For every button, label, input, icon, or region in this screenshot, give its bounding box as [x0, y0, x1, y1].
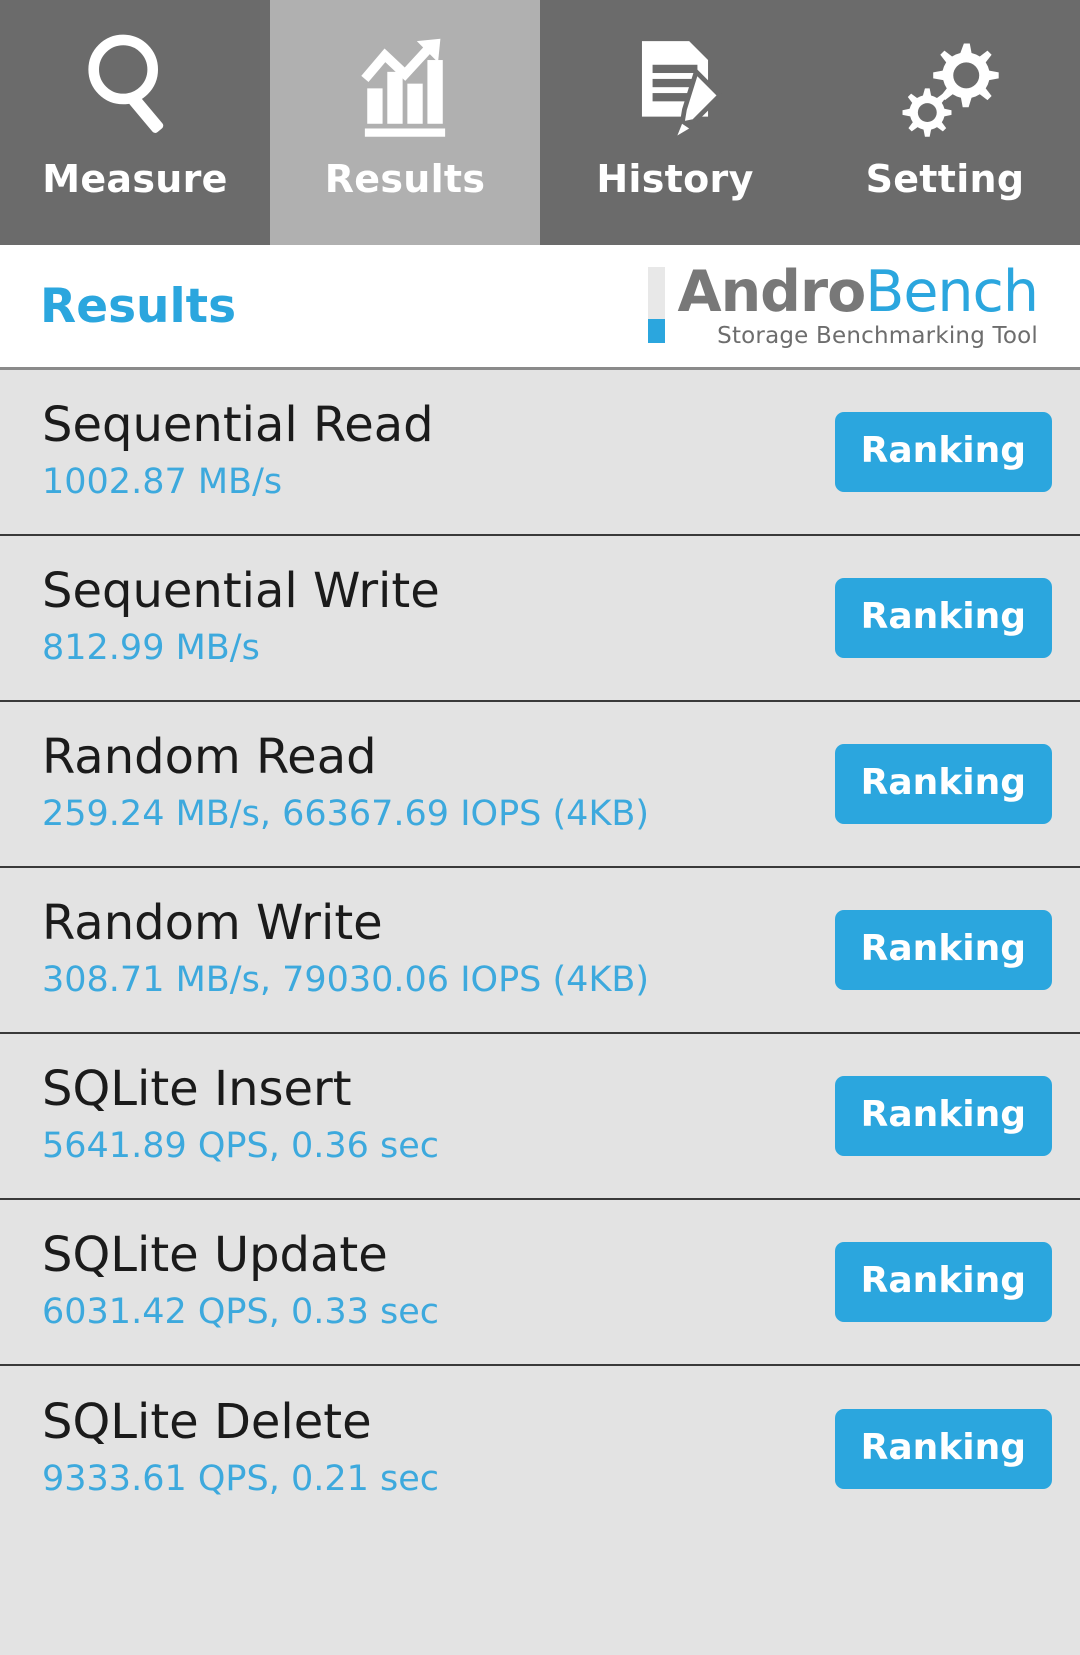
result-name: SQLite Delete	[42, 1393, 372, 1450]
ranking-button[interactable]: Ranking	[834, 1076, 1052, 1156]
logo-bar-icon	[648, 266, 666, 343]
page-header: Results AndroBench Storage Benchmarking …	[0, 245, 1080, 370]
ranking-button[interactable]: Ranking	[834, 1242, 1052, 1322]
result-value: 812.99 MB/s	[42, 627, 260, 668]
ranking-button[interactable]: Ranking	[834, 1409, 1052, 1489]
result-value: 308.71 MB/s, 79030.06 IOPS (4KB)	[42, 959, 650, 1000]
ranking-button[interactable]: Ranking	[834, 578, 1052, 658]
tab-setting[interactable]: Setting	[810, 0, 1080, 245]
gears-icon	[886, 26, 1004, 146]
tab-results-label: Results	[324, 157, 486, 201]
tab-measure-label: Measure	[42, 157, 228, 201]
tab-setting-label: Setting	[865, 157, 1025, 201]
tab-measure[interactable]: Measure	[0, 0, 270, 245]
page-title: Results	[40, 278, 237, 334]
tab-results[interactable]: Results	[270, 0, 540, 245]
androbench-results-screen: Measure Results History Setting Results …	[0, 0, 1080, 1655]
tab-history-label: History	[596, 157, 754, 201]
results-list: Sequential Read 1002.87 MB/s Ranking Seq…	[0, 370, 1080, 1655]
table-row[interactable]: Random Read 259.24 MB/s, 66367.69 IOPS (…	[0, 702, 1080, 868]
logo-tagline: Storage Benchmarking Tool	[717, 323, 1038, 350]
androbench-logo: AndroBench Storage Benchmarking Tool	[648, 263, 1040, 349]
result-value: 1002.87 MB/s	[42, 461, 283, 502]
tab-history[interactable]: History	[540, 0, 810, 245]
ranking-button[interactable]: Ranking	[834, 910, 1052, 990]
result-value: 259.24 MB/s, 66367.69 IOPS (4KB)	[42, 793, 650, 834]
table-row[interactable]: SQLite Insert 5641.89 QPS, 0.36 sec Rank…	[0, 1034, 1080, 1200]
document-pencil-icon	[616, 26, 734, 146]
result-value: 6031.42 QPS, 0.33 sec	[42, 1291, 440, 1332]
ranking-button[interactable]: Ranking	[834, 744, 1052, 824]
result-name: Random Write	[42, 894, 383, 951]
result-name: Sequential Read	[42, 396, 434, 453]
table-row[interactable]: Sequential Read 1002.87 MB/s Ranking	[0, 370, 1080, 536]
result-value: 5641.89 QPS, 0.36 sec	[42, 1125, 440, 1166]
logo-word-andro: Andro	[677, 258, 866, 325]
magnifier-icon	[76, 26, 194, 146]
table-row[interactable]: SQLite Delete 9333.61 QPS, 0.21 sec Rank…	[0, 1366, 1080, 1532]
result-name: Sequential Write	[42, 562, 440, 619]
result-name: SQLite Insert	[42, 1060, 352, 1117]
result-value: 9333.61 QPS, 0.21 sec	[42, 1458, 440, 1499]
table-row[interactable]: Random Write 308.71 MB/s, 79030.06 IOPS …	[0, 868, 1080, 1034]
table-row[interactable]: SQLite Update 6031.42 QPS, 0.33 sec Rank…	[0, 1200, 1080, 1366]
main-tabbar: Measure Results History Setting	[0, 0, 1080, 245]
result-name: SQLite Update	[42, 1226, 388, 1283]
table-row[interactable]: Sequential Write 812.99 MB/s Ranking	[0, 536, 1080, 702]
result-name: Random Read	[42, 728, 377, 785]
bar-chart-icon	[346, 26, 464, 146]
ranking-button[interactable]: Ranking	[834, 412, 1052, 492]
logo-wordmark: AndroBench	[677, 263, 1039, 321]
logo-word-bench: Bench	[865, 258, 1039, 325]
